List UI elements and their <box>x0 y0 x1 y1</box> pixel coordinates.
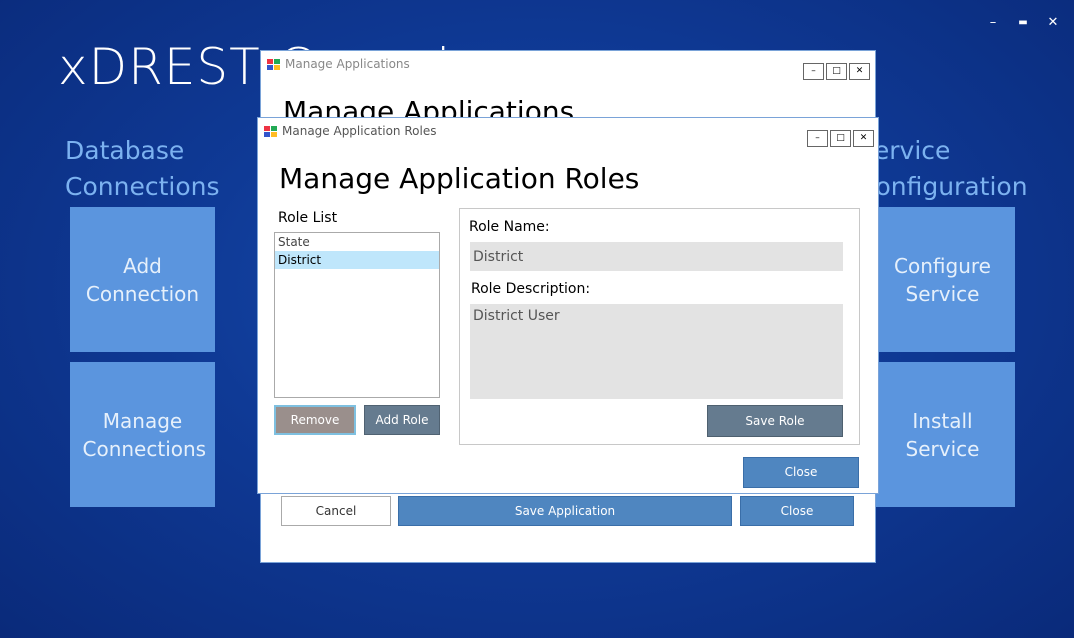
role-item-district[interactable]: District <box>275 251 439 269</box>
add-role-button[interactable]: Add Role <box>364 405 440 435</box>
service-heading-line2: Configuration <box>858 172 1028 201</box>
roles-close-button[interactable]: ✕ <box>853 130 874 147</box>
save-application-button[interactable]: Save Application <box>398 496 732 526</box>
role-details-panel: Role Name: Role Description: District Us… <box>459 208 860 445</box>
role-name-label: Role Name: <box>469 219 550 235</box>
role-item-state[interactable]: State <box>275 233 439 251</box>
manage-roles-titlebar: Manage Application Roles – □ ✕ <box>258 118 878 148</box>
window-minimize-button[interactable]: – <box>984 14 1002 32</box>
service-heading-line1: Service <box>858 136 951 165</box>
window-close-button[interactable]: ✕ <box>1044 14 1062 32</box>
database-heading-line2: Connections <box>65 172 220 201</box>
save-role-button[interactable]: Save Role <box>707 405 843 437</box>
roles-maximize-button[interactable]: □ <box>830 130 851 147</box>
role-listbox[interactable]: State District <box>274 232 440 398</box>
database-connections-heading: Database Connections <box>65 133 219 205</box>
manage-roles-dialog: Manage Application Roles – □ ✕ Manage Ap… <box>257 117 879 494</box>
manage-connections-tile[interactable]: Manage Connections <box>70 362 215 507</box>
add-connection-label: Add Connection <box>85 253 200 306</box>
remove-role-button[interactable]: Remove Role <box>274 405 356 453</box>
database-heading-line1: Database <box>65 136 185 165</box>
apps-close-button[interactable]: ✕ <box>849 63 870 80</box>
role-description-label: Role Description: <box>471 281 591 297</box>
roles-close-dialog-button[interactable]: Close <box>743 457 859 488</box>
window-maximize-button[interactable]: ▬ <box>1014 14 1032 32</box>
manage-roles-heading: Manage Application Roles <box>279 162 640 195</box>
roles-window-icon <box>264 126 278 138</box>
manage-roles-window-title: Manage Application Roles <box>282 124 437 138</box>
install-service-label: Install Service <box>905 408 980 461</box>
role-description-textarea[interactable]: District User <box>470 304 843 399</box>
app-window-icon <box>267 59 281 71</box>
apps-maximize-button[interactable]: □ <box>826 63 847 80</box>
service-configuration-heading: Service Configuration <box>858 133 1028 205</box>
configure-service-label: Configure Service <box>894 253 991 306</box>
manage-applications-window-title: Manage Applications <box>285 57 410 71</box>
manage-applications-titlebar: Manage Applications – □ ✕ <box>261 51 875 81</box>
cancel-button[interactable]: Cancel <box>281 496 391 526</box>
apps-minimize-button[interactable]: – <box>803 63 824 80</box>
install-service-tile[interactable]: Install Service <box>870 362 1015 507</box>
role-list-label: Role List <box>278 210 338 226</box>
roles-minimize-button[interactable]: – <box>807 130 828 147</box>
configure-service-tile[interactable]: Configure Service <box>870 207 1015 352</box>
applications-close-button[interactable]: Close <box>740 496 854 526</box>
manage-connections-label: Manage Connections <box>82 408 207 461</box>
role-name-input[interactable] <box>470 242 843 271</box>
add-connection-tile[interactable]: Add Connection <box>70 207 215 352</box>
